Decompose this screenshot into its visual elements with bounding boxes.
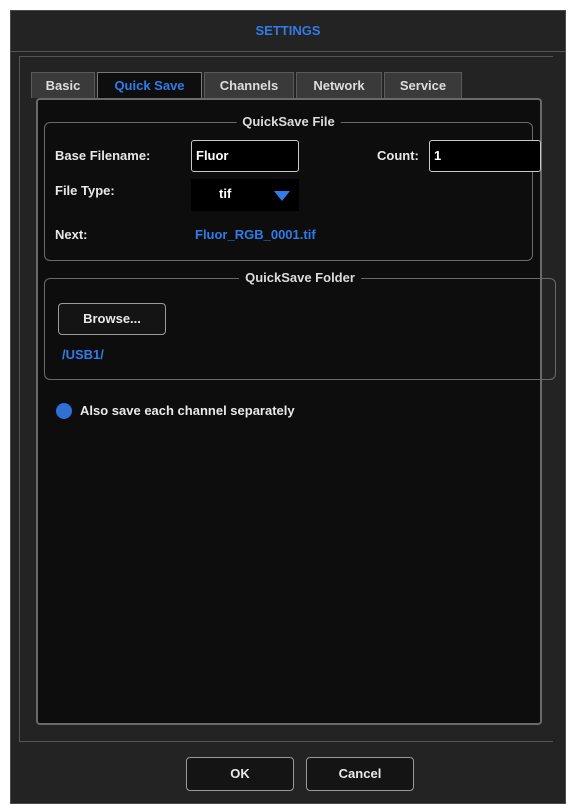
folder-path: /USB1/ [62, 347, 104, 362]
tab-quick-save[interactable]: Quick Save [97, 72, 202, 100]
base-filename-label: Base Filename: [55, 148, 151, 163]
file-type-dropdown[interactable]: tif [191, 179, 299, 211]
quicksave-file-legend: QuickSave File [236, 114, 341, 130]
chevron-down-icon [274, 191, 290, 201]
quicksave-folder-group: QuickSave Folder Browse... /USB1/ [44, 270, 556, 380]
count-field[interactable]: 1 [429, 140, 541, 172]
quick-save-panel: QuickSave File Base Filename: Fluor Coun… [36, 98, 556, 725]
base-filename-field[interactable]: Fluor [191, 140, 299, 172]
next-filename: Fluor_RGB_0001.tif [195, 227, 316, 242]
quicksave-folder-legend: QuickSave Folder [239, 270, 361, 286]
tab-network[interactable]: Network [296, 72, 382, 98]
dialog-title: SETTINGS [10, 10, 566, 52]
tab-basic[interactable]: Basic [31, 72, 95, 98]
save-channels-radio[interactable] [56, 403, 72, 419]
next-label: Next: [55, 227, 88, 242]
tab-channels[interactable]: Channels [204, 72, 294, 98]
ok-button[interactable]: OK [186, 757, 294, 791]
cancel-button[interactable]: Cancel [306, 757, 414, 791]
file-type-value: tif [219, 186, 232, 201]
save-channels-label: Also save each channel separately [80, 403, 295, 418]
browse-button[interactable]: Browse... [58, 303, 166, 335]
file-type-label: File Type: [55, 183, 115, 198]
tab-service[interactable]: Service [384, 72, 462, 98]
quicksave-file-group: QuickSave File Base Filename: Fluor Coun… [44, 114, 541, 261]
count-label: Count: [377, 148, 419, 163]
